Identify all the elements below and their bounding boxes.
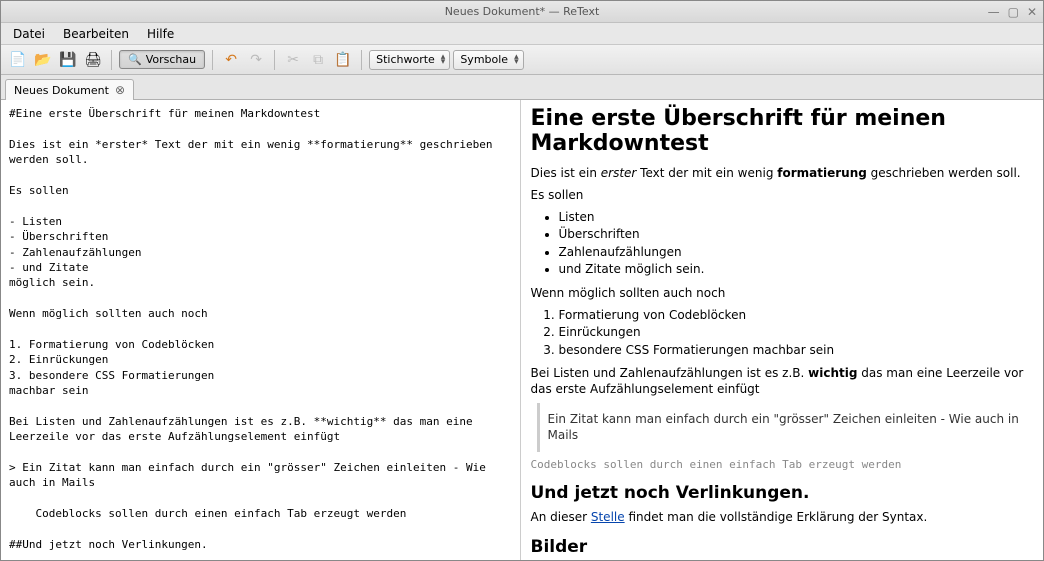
menu-edit[interactable]: Bearbeiten <box>55 25 137 43</box>
keywords-combo[interactable]: Stichworte ▴▾ <box>369 50 450 70</box>
open-file-icon[interactable]: 📂 <box>32 49 54 71</box>
preview-paragraph: Dies ist ein erster Text der mit ein wen… <box>531 165 1034 181</box>
preview-h1: Eine erste Überschrift für meinen Markdo… <box>531 106 1034 157</box>
tabbar: Neues Dokument ⊗ <box>1 75 1043 100</box>
menu-help[interactable]: Hilfe <box>139 25 182 43</box>
list-item: Listen <box>559 209 1034 226</box>
save-file-icon[interactable]: 💾 <box>57 49 79 71</box>
separator <box>274 50 275 70</box>
combo-label: Stichworte <box>376 53 435 66</box>
source-editor[interactable]: #Eine erste Überschrift für meinen Markd… <box>1 100 521 560</box>
preview-codeblock: Codeblocks sollen durch einen einfach Ta… <box>531 458 1034 471</box>
redo-icon[interactable]: ↷ <box>245 49 267 71</box>
list-item: Überschriften <box>559 226 1034 243</box>
document-tab[interactable]: Neues Dokument ⊗ <box>5 79 134 100</box>
preview-ol: Formatierung von Codeblöcken Einrückunge… <box>559 307 1034 359</box>
chevron-updown-icon: ▴▾ <box>441 55 446 65</box>
list-item: Einrückungen <box>559 324 1034 341</box>
tab-label: Neues Dokument <box>14 84 109 97</box>
close-icon[interactable]: ✕ <box>1027 5 1037 19</box>
titlebar: Neues Dokument* — ReText — ▢ ✕ <box>1 1 1043 23</box>
preview-paragraph: Es sollen <box>531 187 1034 203</box>
preview-link[interactable]: Stelle <box>591 510 625 524</box>
symbols-combo[interactable]: Symbole ▴▾ <box>453 50 523 70</box>
separator <box>212 50 213 70</box>
separator <box>111 50 112 70</box>
magnifier-icon: 🔍 <box>128 53 142 66</box>
preview-paragraph: Wenn möglich sollten auch noch <box>531 285 1034 301</box>
new-file-icon[interactable]: 📄 <box>7 49 29 71</box>
window-title: Neues Dokument* — ReText <box>445 5 600 18</box>
app-window: Neues Dokument* — ReText — ▢ ✕ Datei Bea… <box>0 0 1044 561</box>
preview-paragraph: An dieser Stelle findet man die vollstän… <box>531 509 1034 525</box>
menu-file[interactable]: Datei <box>5 25 53 43</box>
list-item: und Zitate möglich sein. <box>559 261 1034 278</box>
maximize-icon[interactable]: ▢ <box>1008 5 1019 19</box>
list-item: Formatierung von Codeblöcken <box>559 307 1034 324</box>
content-area: #Eine erste Überschrift für meinen Markd… <box>1 100 1043 560</box>
preview-paragraph: Bei Listen und Zahlenaufzählungen ist es… <box>531 365 1034 397</box>
preview-ul: Listen Überschriften Zahlenaufzählungen … <box>559 209 1034 279</box>
list-item: Zahlenaufzählungen <box>559 244 1034 261</box>
list-item: besondere CSS Formatierungen machbar sei… <box>559 342 1034 359</box>
preview-toggle-button[interactable]: 🔍 Vorschau <box>119 50 205 69</box>
combo-label: Symbole <box>460 53 508 66</box>
print-icon[interactable]: 🖨 <box>82 49 104 71</box>
preview-h2: Und jetzt noch Verlinkungen. <box>531 483 1034 503</box>
minimize-icon[interactable]: — <box>988 5 1000 19</box>
separator <box>361 50 362 70</box>
preview-label: Vorschau <box>146 53 196 66</box>
paste-icon[interactable]: 📋 <box>332 49 354 71</box>
cut-icon[interactable]: ✂ <box>282 49 304 71</box>
copy-icon[interactable]: ⧉ <box>307 49 329 71</box>
toolbar: 📄 📂 💾 🖨 🔍 Vorschau ↶ ↷ ✂ ⧉ 📋 Stichworte … <box>1 45 1043 75</box>
menubar: Datei Bearbeiten Hilfe <box>1 23 1043 45</box>
tab-close-icon[interactable]: ⊗ <box>115 83 125 97</box>
preview-h2: Bilder <box>531 537 1034 557</box>
preview-pane: Eine erste Überschrift für meinen Markdo… <box>521 100 1044 560</box>
chevron-updown-icon: ▴▾ <box>514 55 519 65</box>
preview-blockquote: Ein Zitat kann man einfach durch ein "gr… <box>537 403 1030 451</box>
undo-icon[interactable]: ↶ <box>220 49 242 71</box>
